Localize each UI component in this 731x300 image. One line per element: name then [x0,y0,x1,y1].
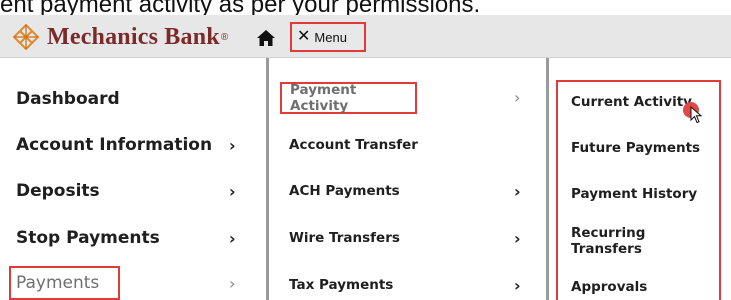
menu-item-label: Dashboard [16,89,120,109]
menu-item-label: Payments [16,273,100,293]
diamond-lattice-logo-icon [13,24,39,50]
chevron-right-icon: › [229,135,236,155]
chevron-right-icon: › [229,181,236,201]
menu-item-label: Deposits [16,181,100,201]
menu-toggle-button[interactable]: ✕ Menu [290,22,366,52]
menu-item-payments[interactable]: Payments [9,266,120,300]
submenu-item-payment-activity[interactable]: Payment Activity [280,82,417,114]
submenu-item-label: Wire Transfers [289,230,400,246]
chevron-right-icon: › [229,228,236,248]
submenu-item-label: Recurring Transfers [571,225,646,257]
submenu-item-approvals[interactable]: Approvals [571,276,647,298]
submenu-item-future-payments[interactable]: Future Payments [571,137,700,159]
registered-mark: ® [220,31,229,43]
submenu-item-tax-payments[interactable]: Tax Payments › [289,274,539,296]
submenu-item-label: Payment Activity [290,82,357,114]
menu-item-dashboard[interactable]: Dashboard [16,86,120,112]
home-button[interactable] [256,29,276,47]
submenu-item-wire-transfers[interactable]: Wire Transfers › [289,227,539,249]
chevron-right-icon: › [514,181,521,201]
submenu-item-label: Current Activity [571,94,692,110]
menu-item-stop-payments[interactable]: Stop Payments › [16,225,256,251]
home-icon [257,30,275,46]
chevron-right-icon: › [229,274,236,293]
column-divider-2 [546,58,549,300]
top-bar: Mechanics Bank ® ✕ Menu [0,15,731,58]
submenu-item-label: Account Transfer [289,137,418,153]
submenu-item-label: Future Payments [571,140,701,156]
chevron-right-icon: › [514,228,521,248]
menu-item-account-information[interactable]: Account Information › [16,132,256,158]
mouse-pointer-icon [690,106,703,124]
brand-logo[interactable]: Mechanics Bank ® [13,22,228,52]
submenu-item-label: Payment History [571,186,698,202]
submenu-item-ach-payments[interactable]: ACH Payments › [289,180,539,202]
submenu-item-payment-history[interactable]: Payment History [571,183,697,205]
chevron-right-icon: › [514,88,521,107]
close-icon: ✕ [297,28,311,45]
menu-item-deposits[interactable]: Deposits › [16,178,256,204]
submenu-item-label: ACH Payments [289,183,400,199]
menu-item-label: Stop Payments [16,228,160,248]
column-divider-1 [266,58,269,300]
menu-item-label: Account Information [16,135,213,155]
submenu-item-label: Tax Payments [289,277,394,293]
submenu-item-recurring-transfers[interactable]: Recurring Transfers [571,225,719,257]
brand-name: Mechanics Bank [47,23,220,50]
submenu-item-current-activity[interactable]: Current Activity [571,91,692,113]
menu-label: Menu [314,29,347,45]
chevron-right-icon: › [514,275,521,295]
submenu-item-label: Approvals [571,279,648,295]
submenu-item-account-transfer[interactable]: Account Transfer [289,134,539,156]
